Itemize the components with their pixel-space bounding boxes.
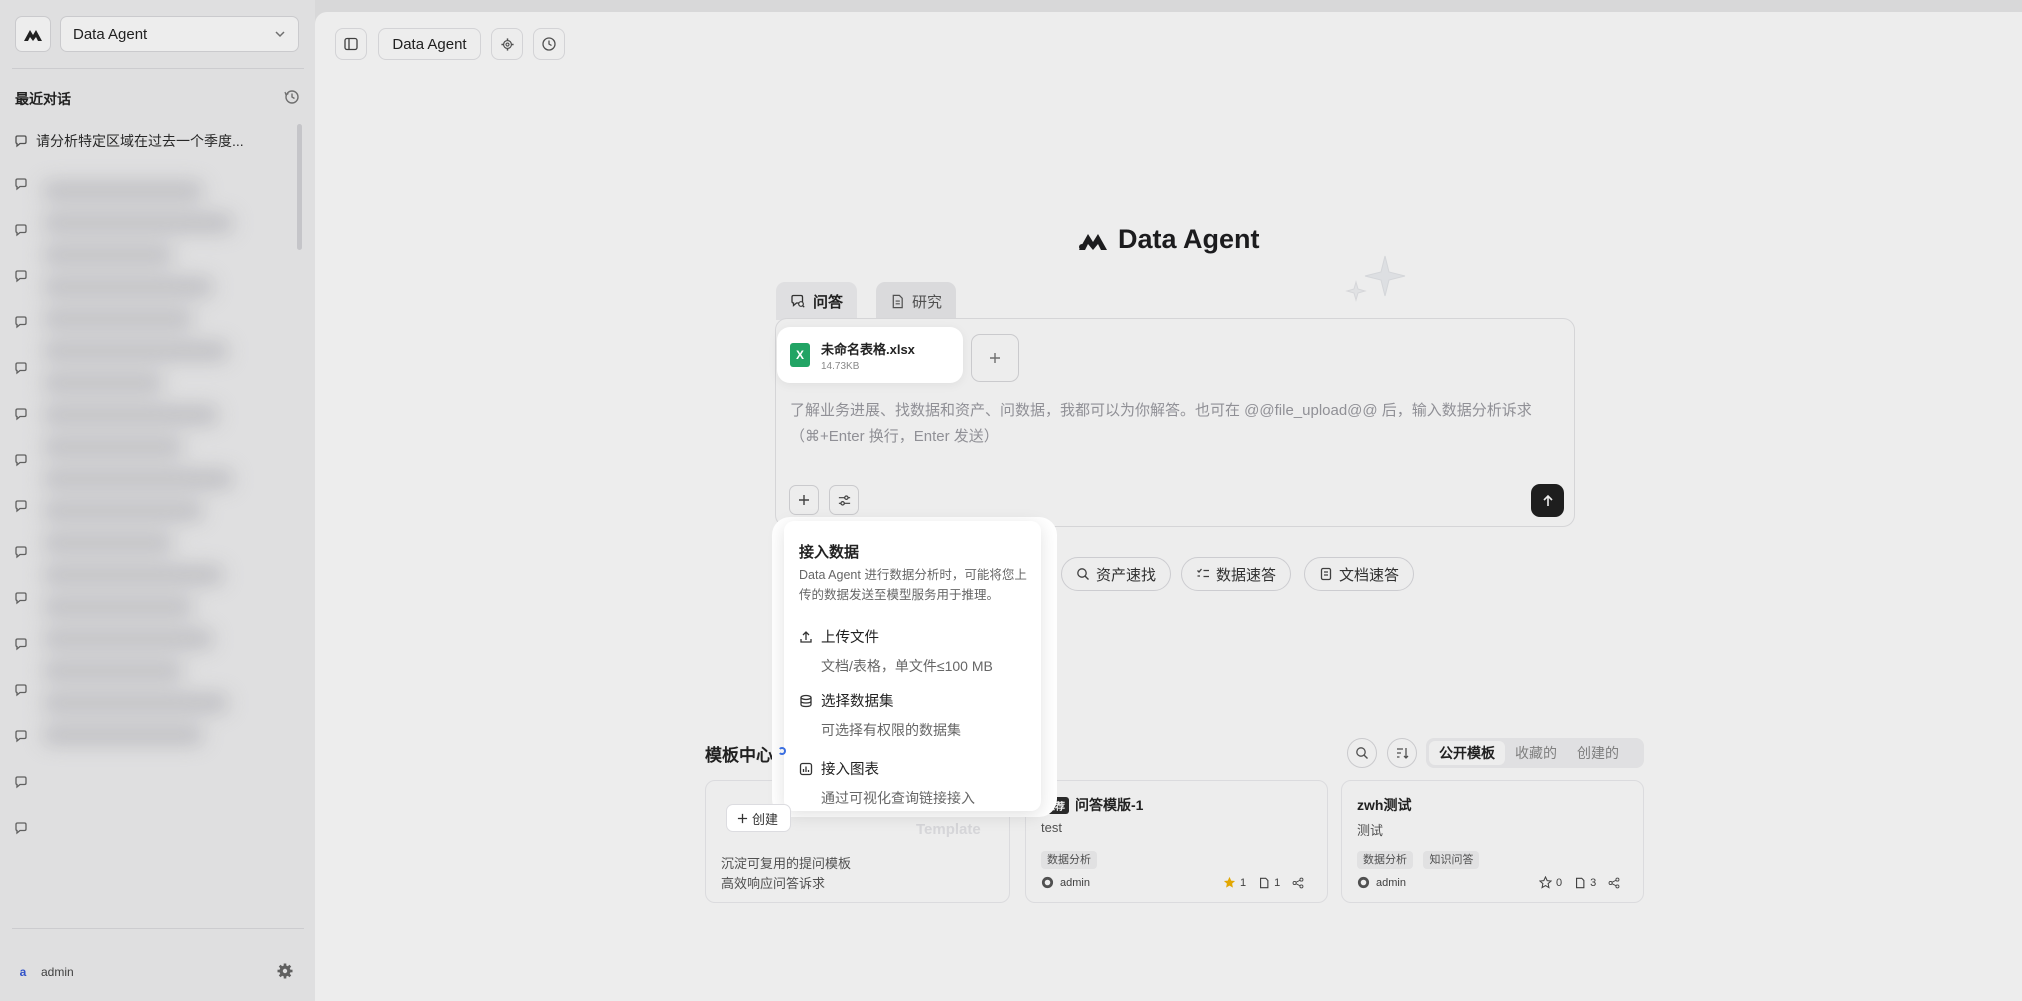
menu-title: 接入数据 bbox=[799, 544, 860, 561]
menu-item-subtitle: 可选择有权限的数据集 bbox=[821, 722, 961, 738]
menu-item-title: 上传文件 bbox=[821, 630, 879, 646]
create-template-button[interactable]: 创建 bbox=[726, 804, 792, 832]
menu-item-title: 接入图表 bbox=[821, 762, 879, 778]
database-icon bbox=[800, 694, 812, 707]
chart-icon bbox=[799, 762, 813, 775]
uploaded-file-highlight: X 未命名表格.xlsx 14.73KB bbox=[777, 327, 963, 383]
plus-icon bbox=[737, 813, 748, 823]
file-size: 14.73KB bbox=[821, 360, 860, 372]
info-badge-icon bbox=[778, 747, 786, 755]
data-access-menu-highlight: 接入数据 Data Agent 进行数据分析时，可能将您上传的数据发送至模型服务… bbox=[772, 517, 1057, 817]
menu-item-select-dataset[interactable]: 选择数据集 可选择有权限的数据集 bbox=[799, 690, 961, 740]
menu-item-upload-file[interactable]: 上传文件 文档/表格，单文件≤100 MB bbox=[799, 626, 993, 676]
file-name: 未命名表格.xlsx bbox=[821, 341, 915, 357]
data-access-menu: 接入数据 Data Agent 进行数据分析时，可能将您上传的数据发送至模型服务… bbox=[784, 521, 1041, 811]
menu-item-subtitle: 通过可视化查询链接接入 bbox=[821, 790, 975, 806]
menu-item-subtitle: 文档/表格，单文件≤100 MB bbox=[821, 658, 993, 674]
spotlight-overlay bbox=[0, 0, 2022, 1001]
menu-item-title: 选择数据集 bbox=[821, 694, 894, 710]
uploaded-file-card[interactable]: X 未命名表格.xlsx 14.73KB bbox=[786, 335, 954, 375]
upload-icon bbox=[800, 630, 812, 643]
create-template-label: 创建 bbox=[752, 811, 779, 827]
menu-description: Data Agent 进行数据分析时，可能将您上传的数据发送至模型服务用于推理。 bbox=[799, 568, 1027, 602]
menu-item-connect-chart[interactable]: 接入图表 通过可视化查询链接接入 bbox=[799, 758, 975, 808]
excel-file-icon: X bbox=[790, 343, 810, 367]
